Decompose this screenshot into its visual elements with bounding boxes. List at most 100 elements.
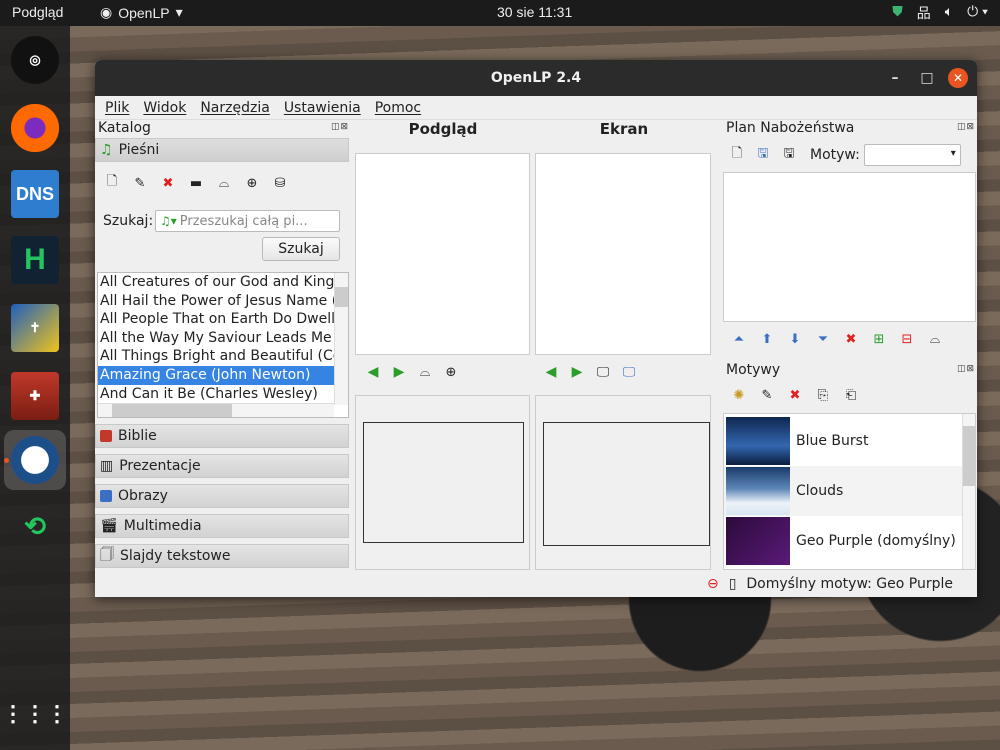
previous-slide-icon[interactable]: ◀	[540, 361, 562, 383]
edit-song-icon[interactable]: ✎	[129, 172, 151, 194]
go-live-icon[interactable]: ⌓	[924, 328, 946, 350]
minimize-button[interactable]: –	[885, 68, 905, 88]
horizontal-scrollbar[interactable]	[98, 403, 334, 417]
firefox-icon[interactable]	[11, 104, 59, 152]
live-send-icon[interactable]: ⌓	[414, 361, 436, 383]
live-display[interactable]	[543, 422, 710, 546]
new-theme-icon[interactable]: ✺	[728, 384, 750, 406]
theme-name: Geo Purple (domyślny)	[796, 533, 956, 549]
add-to-service-icon[interactable]: ⊕	[440, 361, 462, 383]
list-item[interactable]: All Hail the Power of Jesus Name (E	[98, 292, 334, 311]
previous-slide-icon[interactable]: ◀	[362, 361, 384, 383]
hypnotix-icon[interactable]: H	[11, 236, 59, 284]
show-apps-icon[interactable]: ⋮⋮⋮	[2, 690, 68, 738]
add-to-service-icon[interactable]: ⊕	[241, 172, 263, 194]
window-titlebar[interactable]: OpenLP 2.4 – □ ✕	[95, 60, 977, 96]
bible-app-icon[interactable]: ✝	[11, 304, 59, 352]
app-menu[interactable]: ◉ OpenLP ▾	[100, 4, 183, 21]
list-item[interactable]: And Can it Be (Charles Wesley)	[98, 385, 334, 404]
clock[interactable]: 30 sie 11:31	[497, 4, 572, 20]
database-icon[interactable]: ⛁	[269, 172, 291, 194]
section-presentations[interactable]: ▥ Prezentacje	[95, 454, 349, 478]
search-input[interactable]: ♫▾ Przeszukaj całą pi...	[155, 210, 340, 232]
list-item[interactable]: All Things Bright and Beautiful (Cec	[98, 347, 334, 366]
live-song-icon[interactable]: ⌓	[213, 172, 235, 194]
menu-help[interactable]: Pomoc	[375, 100, 421, 116]
section-custom-slides[interactable]: 🗍︎ Slajdy tekstowe	[95, 544, 349, 568]
preview-slide-area[interactable]	[355, 153, 530, 355]
list-item[interactable]: All the Way My Saviour Leads Me (Fa	[98, 329, 334, 348]
search-type-icon[interactable]: ♫▾	[160, 214, 177, 228]
search-button[interactable]: Szukaj	[262, 237, 340, 261]
delete-theme-icon[interactable]: ✖	[784, 384, 806, 406]
import-theme-icon[interactable]: ⎘	[812, 384, 834, 406]
new-song-icon[interactable]: 🗋︎	[101, 172, 123, 194]
shield-icon[interactable]: ⛊	[892, 3, 903, 23]
system-tray[interactable]: ⛊ 品 🔈︎ ⏻ ▾	[892, 3, 988, 23]
edit-theme-icon[interactable]: ✎	[756, 384, 778, 406]
openlp-app-icon: ◉	[100, 4, 113, 20]
new-service-icon[interactable]: 🗋︎	[726, 144, 748, 166]
section-bibles[interactable]: Biblie	[95, 424, 349, 448]
church-bible-icon[interactable]: ✚	[11, 372, 59, 420]
preview-display[interactable]	[363, 422, 524, 543]
menu-tools[interactable]: Narzędzia	[200, 100, 269, 116]
move-down-icon[interactable]: ⬇	[784, 328, 806, 350]
move-up-icon[interactable]: ⬆	[756, 328, 778, 350]
menu-view[interactable]: Widok	[143, 100, 186, 116]
theme-name: Clouds	[796, 483, 844, 499]
move-top-icon[interactable]: ⏶	[728, 328, 750, 350]
section-media[interactable]: 🎬︎ Multimedia	[95, 514, 349, 538]
volume-icon[interactable]: 🔈︎	[945, 3, 953, 23]
close-button[interactable]: ✕	[948, 68, 968, 88]
menu-file[interactable]: Plik	[105, 100, 129, 116]
progress-icon: ▯	[728, 576, 737, 592]
theme-thumbnail	[726, 517, 790, 565]
list-item-selected[interactable]: Amazing Grace (John Newton)	[98, 365, 334, 385]
collapse-all-icon[interactable]: ⊟	[896, 328, 918, 350]
vertical-scrollbar[interactable]	[334, 273, 348, 405]
list-item[interactable]: All People That on Earth Do Dwell (	[98, 310, 334, 329]
vertical-scrollbar[interactable]	[962, 414, 975, 569]
pane-float-buttons[interactable]: ◫⊠	[957, 364, 975, 374]
theme-list[interactable]: Blue Burst Clouds Geo Purple (domyślny)	[723, 413, 976, 570]
section-songs[interactable]: ♫ Pieśni	[95, 138, 349, 162]
maximize-button[interactable]: □	[917, 68, 937, 88]
preview-song-icon[interactable]: ▬	[185, 172, 207, 194]
menu-settings[interactable]: Ustawienia	[284, 100, 361, 116]
section-presentations-label: Prezentacje	[119, 458, 201, 474]
move-bottom-icon[interactable]: ⏷	[812, 328, 834, 350]
chevron-down-icon: ▾	[950, 148, 956, 159]
section-images[interactable]: Obrazy	[95, 484, 349, 508]
pane-float-buttons[interactable]: ◫⊠	[957, 122, 975, 132]
list-item[interactable]: Blue Burst	[724, 416, 962, 466]
list-item[interactable]: All Creatures of our God and King (S	[98, 273, 334, 292]
expand-all-icon[interactable]: ⊞	[868, 328, 890, 350]
library-title: Katalog	[98, 120, 151, 136]
activities-button[interactable]: Podgląd	[12, 4, 63, 20]
theme-select[interactable]: ▾	[863, 144, 961, 166]
delete-song-icon[interactable]: ✖	[157, 172, 179, 194]
song-list[interactable]: All Creatures of our God and King (S All…	[97, 272, 349, 418]
power-icon[interactable]: ⏻ ▾	[967, 3, 988, 23]
openlp-dock-icon[interactable]	[11, 436, 59, 484]
service-list[interactable]	[723, 172, 976, 322]
dock: ◎ DNS H ✝ ✚ ⟲ ⋮⋮⋮	[0, 26, 70, 750]
save-service-icon[interactable]: 🖫︎	[778, 144, 800, 166]
dns-icon[interactable]: DNS	[11, 170, 59, 218]
next-slide-icon[interactable]: ▶	[388, 361, 410, 383]
list-item[interactable]: Clouds	[724, 466, 962, 516]
network-icon[interactable]: 品	[917, 3, 931, 23]
next-slide-icon[interactable]: ▶	[566, 361, 588, 383]
live-slide-area[interactable]	[535, 153, 711, 355]
live-pane: Ekran ◀ ▶ 🖵︎ 🖵︎	[534, 120, 714, 570]
blank-screen-icon[interactable]: 🖵︎	[592, 361, 614, 383]
desktop-screen-icon[interactable]: 🖵︎	[618, 361, 640, 383]
screen-recorder-icon[interactable]: ⟲	[11, 502, 59, 550]
list-item[interactable]: Geo Purple (domyślny)	[724, 516, 962, 566]
ubuntu-icon[interactable]: ◎	[11, 36, 59, 84]
open-service-icon[interactable]: 🖫︎	[752, 144, 774, 166]
export-theme-icon[interactable]: ⎗	[840, 384, 862, 406]
pane-float-buttons[interactable]: ◫⊠	[331, 122, 349, 132]
delete-item-icon[interactable]: ✖	[840, 328, 862, 350]
